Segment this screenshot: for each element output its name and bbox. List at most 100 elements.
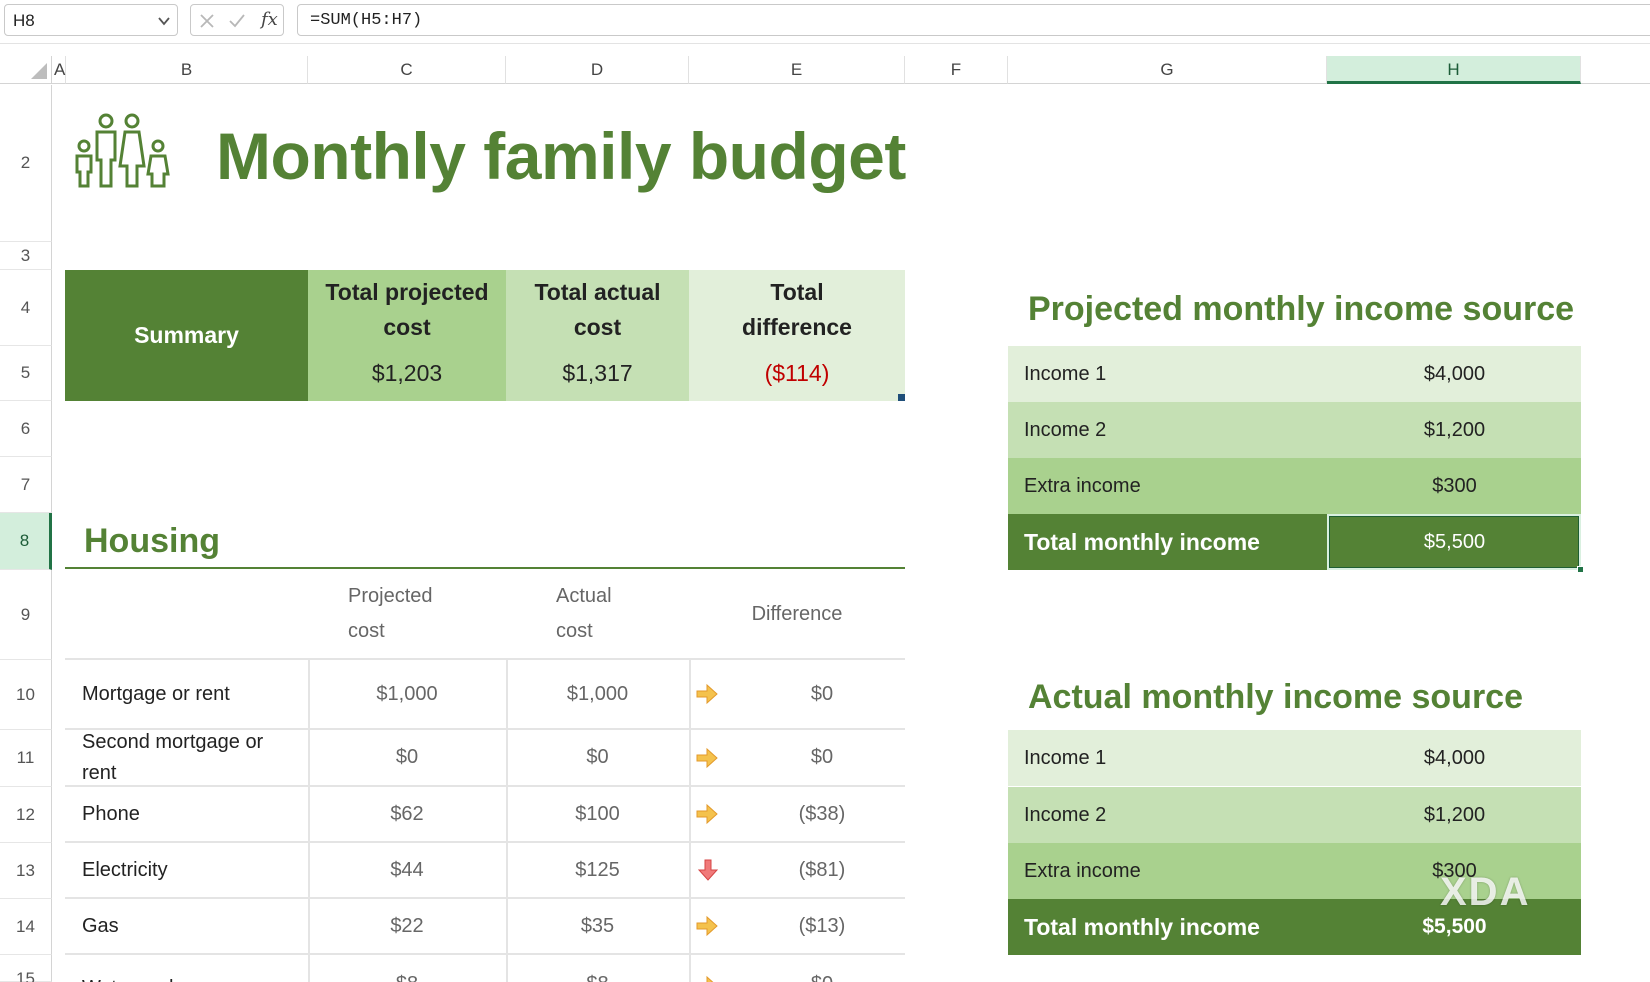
projected-income-title: Projected monthly income source [1028,290,1575,328]
housing-row-actual[interactable]: $125 [506,843,689,897]
housing-row-actual[interactable]: $1,000 [506,660,689,728]
housing-row-actual[interactable]: $8 [506,955,689,982]
actual-income-row[interactable]: Income 1 $4,000 [1008,730,1581,786]
housing-row-actual[interactable]: $100 [506,787,689,841]
housing-row-label[interactable]: Gas [65,899,308,953]
housing-row-projected[interactable]: $0 [308,730,506,785]
housing-row-difference[interactable]: ($38) [739,787,905,841]
table-row: Phone $62 $100 ($38) [65,787,905,843]
income-value: $1,200 [1423,803,1486,826]
column-header-a[interactable]: A [52,56,66,84]
summary-difference-header: Total difference [742,279,852,340]
summary-actual-cell[interactable]: Total actual cost $1,317 [506,270,689,401]
summary-actual-header: Total actual cost [534,279,661,340]
table-row: Second mortgage or rent $0 $0 $0 [65,730,905,787]
housing-row-difference[interactable]: ($81) [739,843,905,897]
summary-projected-value: $1,203 [371,359,443,386]
summary-label[interactable]: Summary [65,270,308,401]
projected-income-row[interactable]: Income 1 $4,000 [1008,346,1581,402]
housing-header-difference[interactable]: Difference [689,570,905,658]
housing-title: Housing [84,522,220,560]
row-header-15[interactable]: 15 [0,955,52,982]
column-header-c[interactable]: C [308,56,506,84]
active-cell-h8[interactable] [1327,514,1581,570]
actual-income-row[interactable]: Income 2 $1,200 [1008,787,1581,843]
income-label: Income 2 [1024,803,1107,826]
housing-row-difference[interactable]: $0 [739,955,905,982]
housing-row-label[interactable]: Electricity [65,843,308,897]
chevron-down-icon[interactable] [157,14,171,28]
cancel-icon[interactable] [197,11,217,31]
income-label: Income 1 [1024,746,1107,769]
housing-row-label[interactable]: Second mortgage or rent [65,730,308,785]
summary-actual-value: $1,317 [562,359,633,386]
row-header-3[interactable]: 3 [0,242,52,270]
housing-header-projected[interactable]: Projected cost [308,570,506,658]
housing-row-difference[interactable]: ($13) [739,899,905,953]
summary-projected-cell[interactable]: Total projected cost $1,203 [308,270,506,401]
enter-check-icon[interactable] [227,11,247,31]
arrow-right-icon [706,975,714,982]
table-row: Gas $22 $35 ($13) [65,899,905,955]
insert-function-icon[interactable]: fx [261,9,278,30]
row-header-13[interactable]: 13 [0,843,52,899]
page-title: Monthly family budget [216,119,906,193]
income-label: Income 1 [1024,362,1107,385]
name-box[interactable]: H8 [4,4,178,36]
row-header-7[interactable]: 7 [0,457,52,513]
formula-bar: H8 fx =SUM(H5:H7) [0,0,1650,44]
column-header-h[interactable]: H [1327,56,1581,84]
row-header-2[interactable]: 2 [0,85,52,242]
row-header-12[interactable]: 12 [0,787,52,843]
income-total-label: Total monthly income [1024,528,1260,555]
summary-difference-cell[interactable]: Total difference ($114) [689,270,905,401]
housing-row-difference[interactable]: $0 [739,660,905,728]
row-header-5[interactable]: 5 [0,346,52,401]
housing-row-projected[interactable]: $1,000 [308,660,506,728]
row-header-4[interactable]: 4 [0,270,52,346]
watermark-logo: XDA [1440,870,1531,914]
projected-income-row[interactable]: Income 2 $1,200 [1008,402,1581,458]
column-header-g[interactable]: G [1008,56,1327,84]
active-cell-fill-handle[interactable] [1577,566,1584,573]
table-row: Electricity $44 $125 ($81) [65,843,905,899]
arrow-right-icon [696,803,718,825]
arrow-right-icon [696,747,718,768]
housing-row-label[interactable]: Phone [65,787,308,841]
column-header-f[interactable]: F [905,56,1008,84]
housing-header-actual[interactable]: Actual cost [506,570,689,658]
formula-actions: fx [190,4,284,36]
housing-row-label[interactable]: Water and sewer [65,955,308,982]
housing-row-projected[interactable]: $22 [308,899,506,953]
housing-header-row: Projected cost Actual cost Difference [65,570,905,660]
income-value: $1,200 [1423,418,1486,441]
housing-row-label[interactable]: Mortgage or rent [65,660,308,728]
fill-handle[interactable] [898,394,905,401]
row-header-8[interactable]: 8 [0,513,52,570]
row-header-6[interactable]: 6 [0,401,52,457]
summary-difference-value: ($114) [764,359,830,386]
housing-row-actual[interactable]: $35 [506,899,689,953]
row-header-14[interactable]: 14 [0,899,52,955]
column-header-d[interactable]: D [506,56,689,84]
housing-row-projected[interactable]: $62 [308,787,506,841]
column-header-i[interactable] [1581,56,1650,84]
row-header-11[interactable]: 11 [0,730,52,787]
formula-input[interactable]: =SUM(H5:H7) [297,4,1650,36]
row-header-9[interactable]: 9 [0,570,52,660]
housing-row-projected[interactable]: $44 [308,843,506,897]
column-header-b[interactable]: B [66,56,308,84]
arrow-down-icon [697,859,719,881]
projected-income-row[interactable]: Extra income $300 [1008,458,1581,514]
select-all-button[interactable] [0,56,52,84]
housing-row-projected[interactable]: $8 [308,955,506,982]
housing-row-difference[interactable]: $0 [739,730,905,785]
income-value: $300 [1432,474,1477,497]
housing-row-actual[interactable]: $0 [506,730,689,785]
table-row: Mortgage or rent $1,000 $1,000 $0 [65,660,905,730]
income-label: Income 2 [1024,418,1107,441]
housing-divider [65,567,905,569]
income-label: Extra income [1024,859,1141,882]
column-header-e[interactable]: E [689,56,905,84]
row-header-10[interactable]: 10 [0,660,52,730]
